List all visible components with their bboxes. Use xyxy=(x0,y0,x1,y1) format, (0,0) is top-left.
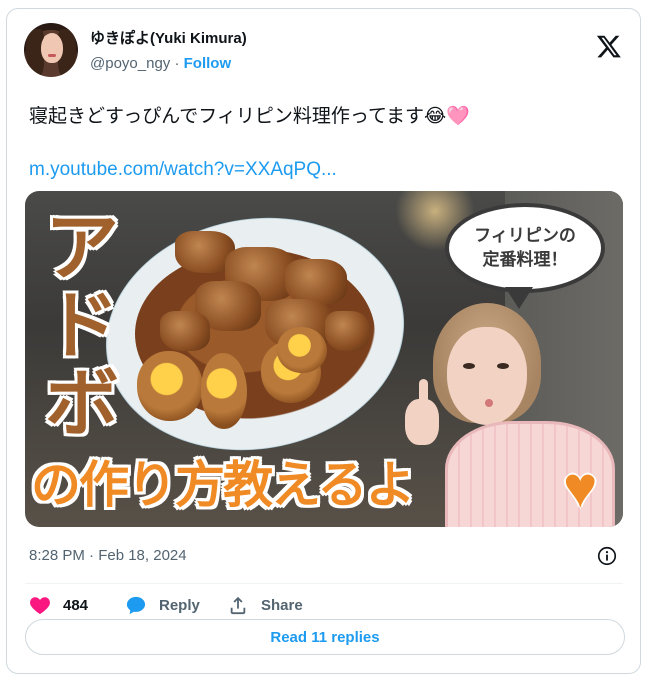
media-subtitle: の作り方教えるよ xyxy=(31,456,416,514)
speech-bubble: フィリピンの 定番料理！ xyxy=(445,203,605,293)
reply-label: Reply xyxy=(159,596,200,614)
read-replies-button[interactable]: Read 11 replies xyxy=(25,619,625,655)
heart-graphic: ♥ xyxy=(563,455,598,520)
like-count: 484 xyxy=(63,596,89,614)
handle[interactable]: @poyo_ngy xyxy=(90,55,170,72)
heart-icon xyxy=(30,597,50,615)
like-button[interactable]: 484 xyxy=(29,593,88,617)
tweet-card: ゆきぽよ(Yuki Kimura) @poyo_ngy · Follow 寝起き… xyxy=(6,8,641,674)
divider xyxy=(25,583,623,584)
info-icon[interactable] xyxy=(596,545,618,567)
media-thumbnail[interactable]: ア ド ボ フィリピンの 定番料理！ の作り方教えるよ ♥ xyxy=(25,191,623,527)
avatar[interactable] xyxy=(24,23,78,77)
follow-button[interactable]: Follow xyxy=(184,55,232,72)
tweet-text: 寝起きどすっぴんでフィリピン料理作ってます😂🩷 xyxy=(29,101,470,128)
action-bar: 484 Reply Share xyxy=(29,593,589,617)
separator: · xyxy=(174,55,180,72)
reply-button[interactable]: Reply xyxy=(125,593,200,617)
bubble-line-2: 定番料理！ xyxy=(482,250,568,270)
media-title-vertical: ア ド ボ xyxy=(45,205,119,447)
share-upload-icon xyxy=(230,596,246,615)
reply-bubble-icon xyxy=(126,596,146,615)
handle-line: @poyo_ngy · Follow xyxy=(90,55,247,72)
share-label: Share xyxy=(261,596,303,614)
author-block: ゆきぽよ(Yuki Kimura) @poyo_ngy · Follow xyxy=(90,27,247,72)
display-name[interactable]: ゆきぽよ(Yuki Kimura) xyxy=(90,27,247,48)
tweet-link[interactable]: m.youtube.com/watch?v=XXAqPQ... xyxy=(29,159,337,181)
x-logo-icon[interactable] xyxy=(596,33,622,59)
share-button[interactable]: Share xyxy=(227,593,303,617)
tweet-emojis: 😂🩷 xyxy=(424,106,470,127)
timestamp[interactable]: 8:28 PM · Feb 18, 2024 xyxy=(29,547,187,564)
tweet-body: 寝起きどすっぴんでフィリピン料理作ってます xyxy=(29,106,425,127)
bubble-line-1: フィリピンの xyxy=(474,226,576,246)
tweet-header: ゆきぽよ(Yuki Kimura) @poyo_ngy · Follow xyxy=(24,21,624,81)
